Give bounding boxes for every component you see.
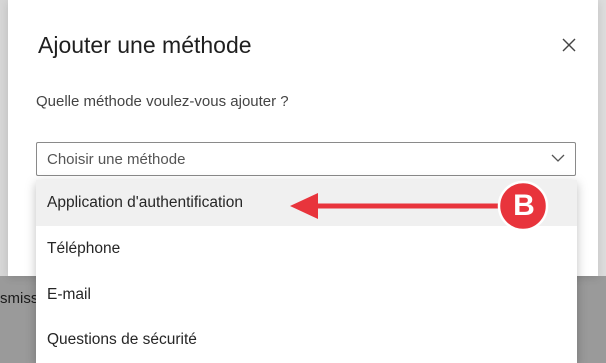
option-security-questions[interactable]: Questions de sécurité [36, 317, 577, 363]
option-email[interactable]: E-mail [36, 272, 577, 318]
close-button[interactable] [560, 36, 578, 54]
method-select[interactable]: Choisir une méthode [36, 142, 576, 176]
option-phone[interactable]: Téléphone [36, 226, 577, 272]
close-icon [562, 38, 576, 52]
method-question: Quelle méthode voulez-vous ajouter ? [36, 93, 289, 110]
dialog-title: Ajouter une méthode [38, 32, 252, 58]
background-text: smiss [0, 290, 39, 307]
method-select-placeholder: Choisir une méthode [47, 151, 186, 168]
annotation-badge-label: B [513, 189, 535, 222]
method-dropdown-list: Application d'authentification Téléphone… [36, 180, 577, 363]
chevron-down-icon [551, 154, 565, 162]
option-authenticator-app[interactable]: Application d'authentification [36, 180, 577, 226]
